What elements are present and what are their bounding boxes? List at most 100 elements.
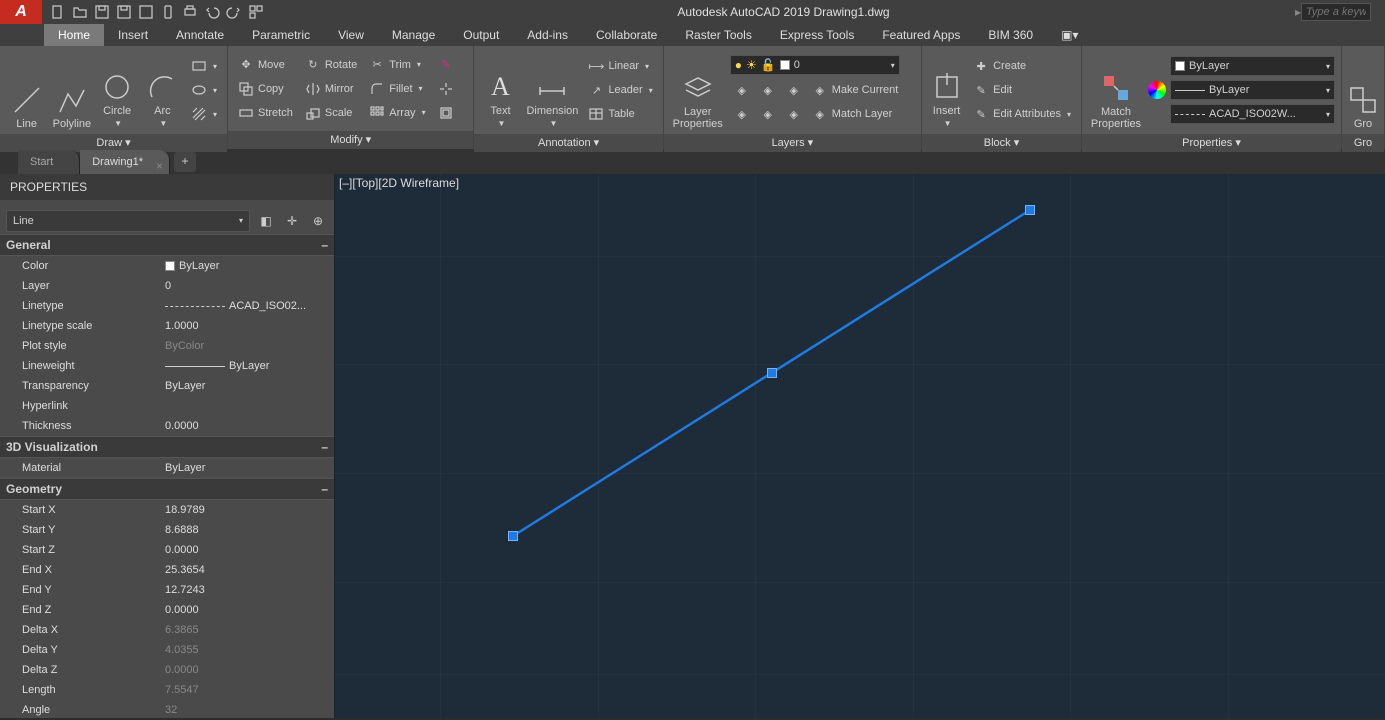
tab-insert[interactable]: Insert	[104, 24, 162, 46]
rotate-button[interactable]: ↻Rotate	[301, 54, 361, 76]
property-row[interactable]: Angle32	[0, 700, 334, 720]
property-row[interactable]: End X25.3654	[0, 560, 334, 580]
property-row[interactable]: Delta Y4.0355	[0, 640, 334, 660]
grip-start[interactable]	[508, 531, 518, 541]
layer-tool-4[interactable]: ◈	[756, 103, 780, 125]
layer-selector[interactable]: ● ☀ 🔓 0 ▾	[730, 55, 900, 75]
property-row[interactable]: Hyperlink	[0, 396, 334, 416]
layer-tool-2[interactable]: ◈	[730, 103, 754, 125]
group-button[interactable]: Gro	[1348, 50, 1378, 130]
tab-output[interactable]: Output	[449, 24, 513, 46]
circle-button[interactable]: Circle▼	[97, 50, 138, 130]
pickadd-icon[interactable]: ⊕	[308, 211, 328, 231]
grip-end[interactable]	[1025, 205, 1035, 215]
polyline-button[interactable]: Polyline	[51, 50, 92, 130]
property-value[interactable]: ByLayer	[165, 360, 334, 372]
new-icon[interactable]	[48, 2, 68, 22]
color-wheel-icon[interactable]	[1148, 81, 1166, 99]
insert-button[interactable]: Insert▼	[928, 50, 965, 130]
drawing-canvas[interactable]: [–][Top][2D Wireframe]	[335, 174, 1385, 718]
undo-icon[interactable]	[202, 2, 222, 22]
property-value[interactable]: 32	[165, 704, 334, 716]
make-current-button[interactable]: ◈Make Current	[808, 79, 903, 101]
saveas-icon[interactable]	[114, 2, 134, 22]
hatch-button[interactable]: ▾	[187, 103, 221, 125]
tab-view[interactable]: View	[324, 24, 378, 46]
arc-button[interactable]: Arc▼	[142, 50, 183, 130]
tab-featuredapps[interactable]: Featured Apps	[868, 24, 974, 46]
property-value[interactable]: 7.5547	[165, 684, 334, 696]
linear-button[interactable]: ⟼Linear ▾	[584, 55, 656, 77]
erase-button[interactable]: ✎	[434, 54, 458, 76]
layer-properties-button[interactable]: Layer Properties	[670, 50, 726, 130]
property-row[interactable]: Plot styleByColor	[0, 336, 334, 356]
explode-button[interactable]	[434, 78, 458, 100]
property-row[interactable]: End Y12.7243	[0, 580, 334, 600]
edit-attributes-button[interactable]: ✎Edit Attributes ▾	[969, 103, 1075, 125]
property-row[interactable]: Thickness0.0000	[0, 416, 334, 436]
grip-mid[interactable]	[767, 368, 777, 378]
stretch-button[interactable]: Stretch	[234, 102, 297, 124]
tab-annotate[interactable]: Annotate	[162, 24, 238, 46]
mobile-icon[interactable]	[158, 2, 178, 22]
linetype-selector[interactable]: ACAD_ISO02W...▾	[1170, 104, 1335, 124]
layer-tool-1[interactable]: ◈	[730, 79, 754, 101]
panel-block-title[interactable]: Block ▾	[922, 134, 1081, 152]
tab-bim360[interactable]: BIM 360	[974, 24, 1047, 46]
layer-tool-3[interactable]: ◈	[756, 79, 780, 101]
property-row[interactable]: Layer0	[0, 276, 334, 296]
property-value[interactable]: 1.0000	[165, 320, 334, 332]
tab-home[interactable]: Home	[44, 24, 104, 46]
text-button[interactable]: A Text▼	[480, 50, 520, 130]
property-value[interactable]: 12.7243	[165, 584, 334, 596]
tab-parametric[interactable]: Parametric	[238, 24, 324, 46]
property-row[interactable]: Start X18.9789	[0, 500, 334, 520]
section-3d-visualization[interactable]: 3D Visualization–	[0, 436, 334, 458]
workspace-icon[interactable]	[246, 2, 266, 22]
tab-collaborate[interactable]: Collaborate	[582, 24, 671, 46]
tab-manage[interactable]: Manage	[378, 24, 449, 46]
property-value[interactable]: 0.0000	[165, 544, 334, 556]
panel-groups-title[interactable]: Gro	[1342, 134, 1384, 152]
scale-button[interactable]: Scale	[301, 102, 361, 124]
web-mobile-icon[interactable]	[136, 2, 156, 22]
open-icon[interactable]	[70, 2, 90, 22]
selected-line[interactable]	[335, 174, 1385, 718]
match-properties-button[interactable]: Match Properties	[1088, 50, 1144, 130]
doc-tab-add[interactable]: +	[174, 152, 196, 172]
property-row[interactable]: LineweightByLayer	[0, 356, 334, 376]
plot-icon[interactable]	[180, 2, 200, 22]
leader-button[interactable]: ↗Leader ▾	[584, 79, 656, 101]
line-button[interactable]: Line	[6, 50, 47, 130]
search-input[interactable]	[1301, 3, 1371, 21]
section-geometry[interactable]: Geometry–	[0, 478, 334, 500]
property-row[interactable]: MaterialByLayer	[0, 458, 334, 478]
rectangle-button[interactable]: ▾	[187, 55, 221, 77]
color-selector[interactable]: ByLayer▾	[1170, 56, 1335, 76]
panel-modify-title[interactable]: Modify ▾	[228, 131, 473, 149]
offset-button[interactable]	[434, 102, 458, 124]
copy-button[interactable]: Copy	[234, 78, 297, 100]
edit-block-button[interactable]: ✎Edit	[969, 79, 1075, 101]
tab-overflow-icon[interactable]: ▣▾	[1047, 24, 1092, 46]
doc-tab-start[interactable]: Start	[18, 150, 80, 174]
lineweight-selector[interactable]: ByLayer▾	[1170, 80, 1335, 100]
match-layer-button[interactable]: ◈Match Layer	[808, 103, 903, 125]
move-button[interactable]: ✥Move	[234, 54, 297, 76]
select-objects-icon[interactable]: ✛	[282, 211, 302, 231]
object-type-selector[interactable]: Line▾	[6, 210, 250, 232]
tab-addins[interactable]: Add-ins	[513, 24, 582, 46]
property-row[interactable]: LinetypeACAD_ISO02...	[0, 296, 334, 316]
property-row[interactable]: Start Z0.0000	[0, 540, 334, 560]
panel-annotation-title[interactable]: Annotation ▾	[474, 134, 662, 152]
property-value[interactable]: 0	[165, 280, 334, 292]
property-value[interactable]: 8.6888	[165, 524, 334, 536]
property-row[interactable]: Delta X6.3865	[0, 620, 334, 640]
fillet-button[interactable]: Fillet ▾	[365, 78, 429, 100]
property-row[interactable]: TransparencyByLayer	[0, 376, 334, 396]
table-button[interactable]: Table	[584, 103, 656, 125]
property-value[interactable]: ByLayer	[165, 380, 334, 392]
layer-tool-6[interactable]: ◈	[782, 103, 806, 125]
app-menu-button[interactable]: A	[0, 0, 42, 24]
property-row[interactable]: ColorByLayer	[0, 256, 334, 276]
